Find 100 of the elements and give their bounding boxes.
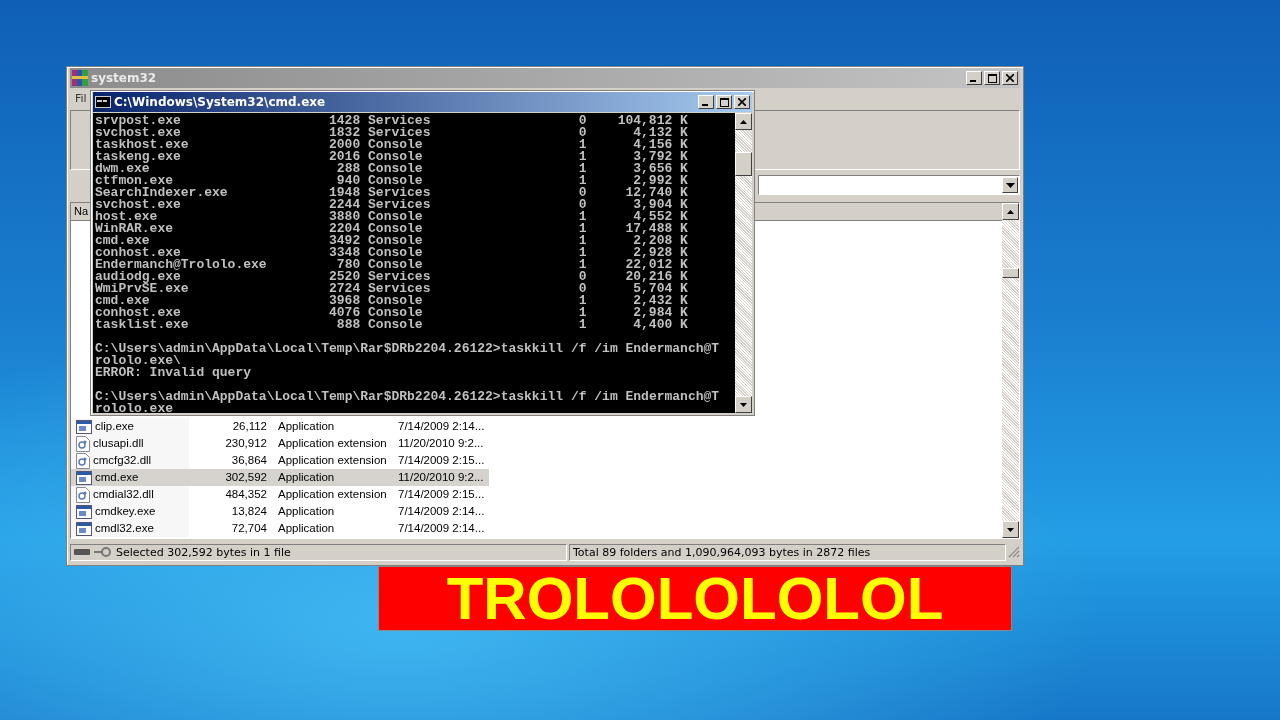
scroll-thumb[interactable] [735, 152, 752, 176]
process-id: 3348 [328, 247, 361, 259]
memory-usage: 2,432 K [632, 295, 688, 307]
session-number: 0 [577, 271, 587, 283]
file-name: cmcfg32.dll [93, 453, 152, 468]
session-number: 1 [577, 259, 587, 271]
session-name: Services [367, 115, 432, 127]
process-id: 888 [335, 319, 361, 331]
process-id: 3880 [328, 211, 361, 223]
path-field[interactable] [758, 175, 1020, 195]
memory-usage: 2,208 K [633, 235, 688, 247]
dropdown-button[interactable] [1002, 177, 1018, 193]
scroll-up-button[interactable] [735, 113, 752, 130]
memory-usage: 3,792 K [632, 151, 688, 163]
window-title: C:\Windows\System32\cmd.exe [114, 95, 327, 109]
scrollbar[interactable] [735, 113, 752, 413]
session-name: Console [367, 211, 424, 223]
process-name: srvpost.exe [95, 115, 182, 127]
scrollbar[interactable] [1002, 203, 1019, 538]
session-number: 0 [577, 283, 587, 295]
scroll-up-button[interactable] [1002, 203, 1019, 220]
memory-usage: 22,012 K [624, 259, 688, 271]
file-row[interactable]: cmdl32.exe 72,704 Application 7/14/2009 2:14... [71, 520, 489, 537]
close-button[interactable] [734, 95, 750, 109]
maximize-button[interactable] [984, 71, 1000, 85]
scroll-down-button[interactable] [1002, 521, 1019, 538]
process-id: 2000 [328, 139, 361, 151]
session-name: Console [367, 163, 424, 175]
close-icon [1006, 74, 1014, 82]
file-type: Application extension [277, 453, 388, 468]
session-name: Services [367, 271, 432, 283]
process-name: cmd.exe [95, 295, 150, 307]
resize-grip-icon[interactable] [1008, 546, 1020, 558]
application-icon [76, 521, 92, 536]
process-id: 780 [336, 259, 361, 271]
file-size: 36,864 [230, 453, 267, 468]
session-number: 1 [577, 175, 587, 187]
menu-item[interactable]: Fil [75, 91, 87, 105]
file-type: Application extension [277, 436, 388, 451]
memory-usage: 4,156 K [632, 139, 688, 151]
process-name: Endermanch@Trololo.exe [95, 259, 268, 271]
file-size: 230,912 [224, 436, 267, 451]
application-icon [76, 470, 92, 485]
session-number: 0 [577, 199, 587, 211]
process-id: 2244 [328, 199, 361, 211]
file-type: Application [277, 521, 336, 536]
process-name: ctfmon.exe [95, 175, 173, 187]
maximize-icon [987, 73, 997, 83]
memory-usage: 5,704 K [633, 283, 688, 295]
file-name: clip.exe [95, 419, 134, 434]
memory-usage: 4,132 K [633, 127, 688, 139]
memory-usage: 4,400 K [632, 319, 688, 331]
process-name: WmiPrvSE.exe [95, 283, 190, 295]
session-name: Console [367, 307, 424, 319]
scroll-down-button[interactable] [735, 396, 752, 413]
banner-text: TROLOLOLOLOL [446, 568, 944, 629]
session-number: 0 [577, 115, 587, 127]
application-icon [76, 504, 92, 519]
memory-usage: 17,488 K [624, 223, 688, 235]
gear-file-icon [76, 435, 90, 452]
caret-up-icon [740, 119, 747, 124]
session-name: Services [367, 199, 432, 211]
file-modified: 11/20/2010 9:2... [398, 470, 484, 485]
close-button[interactable] [1002, 71, 1018, 85]
file-row[interactable]: clip.exe 26,112 Application 7/14/2009 2:14... [71, 418, 489, 435]
process-name: host.exe [95, 211, 158, 223]
process-name: cmd.exe [95, 235, 150, 247]
session-number: 1 [577, 211, 587, 223]
process-id: 288 [335, 163, 361, 175]
file-row[interactable]: cmdkey.exe 13,824 Application 7/14/2009 2:14... [71, 503, 489, 520]
session-name: Services [367, 127, 432, 139]
session-number: 1 [577, 295, 587, 307]
file-row[interactable]: clusapi.dll 230,912 Application extension 11/20/2010 9:2... [71, 435, 489, 452]
caret-down-icon [1005, 182, 1015, 188]
file-row[interactable]: cmd.exe 302,592 Application 11/20/2010 9:2... [71, 469, 489, 486]
minimize-button[interactable] [966, 71, 982, 85]
maximize-button[interactable] [716, 95, 732, 109]
scroll-thumb[interactable] [1002, 268, 1019, 278]
session-name: Services [367, 283, 432, 295]
console-line: C:\Users\admin\AppData\Local\Temp\Rar$DRb2204.26122>taskkill /f /im Endermanch@T [95, 343, 721, 355]
process-id: 3492 [328, 235, 361, 247]
console-line: C:\Users\admin\AppData\Local\Temp\Rar$DRb2204.26122>taskkill /f /im Endermanch@T [95, 391, 721, 403]
memory-usage: 4,552 K [633, 211, 688, 223]
session-name: Console [367, 139, 424, 151]
file-row[interactable]: cmcfg32.dll 36,864 Application extension 7/14/2009 2:15... [71, 452, 489, 469]
session-name: Console [367, 247, 424, 259]
gear-file-icon [76, 452, 90, 469]
maximize-icon [719, 97, 729, 107]
file-modified: 7/14/2009 2:15... [398, 487, 485, 502]
file-size: 72,704 [230, 521, 267, 536]
process-id: 2204 [328, 223, 361, 235]
file-modified: 7/14/2009 2:14... [398, 521, 485, 536]
file-name: cmd.exe [95, 470, 139, 485]
memory-usage: 12,740 K [624, 187, 688, 199]
process-name: SearchIndexer.exe [95, 187, 229, 199]
console-line: rololo.exe [95, 403, 173, 413]
file-row[interactable]: cmdial32.dll 484,352 Application extension 7/14/2009 2:15... [71, 486, 489, 503]
file-size: 26,112 [231, 419, 267, 434]
process-id: 2016 [328, 151, 361, 163]
minimize-button[interactable] [698, 95, 714, 109]
